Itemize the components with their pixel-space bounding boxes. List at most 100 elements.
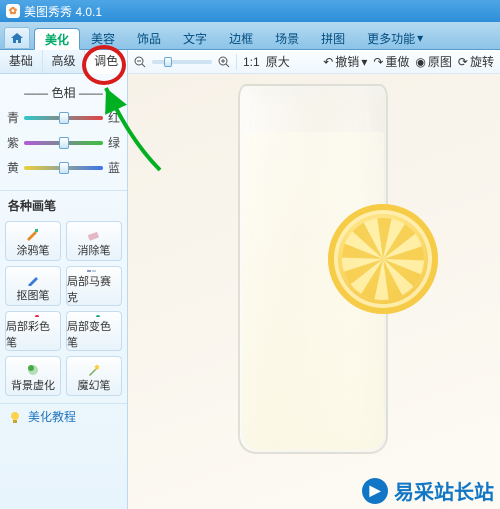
main-tab-cosmetic[interactable]: 美容 (80, 27, 126, 49)
photo-subject (208, 84, 418, 484)
chevron-down-icon: ▾ (361, 55, 367, 69)
brush-label: 局部彩色笔 (6, 318, 60, 350)
blur-bg-icon (25, 362, 41, 376)
recolor-pen-icon (86, 314, 102, 317)
slider-track[interactable] (24, 116, 103, 120)
brush-label: 魔幻笔 (78, 377, 111, 393)
ratio-button[interactable]: 1:1 (243, 55, 260, 69)
rotate-label: 旋转 (470, 53, 494, 70)
watermark: ▶ 易采站长站 (362, 476, 494, 505)
brush-label: 局部马赛克 (67, 273, 121, 305)
slider-thumb[interactable] (59, 137, 69, 149)
slider-purple-green[interactable]: 紫 绿 (6, 134, 121, 151)
main-tab-beautify[interactable]: 美化 (34, 28, 80, 50)
brush-label: 涂鸦笔 (17, 242, 50, 258)
sub-tab-bar: 基础 高级 调色 (0, 50, 127, 74)
ratio-label: 1:1 (243, 55, 260, 69)
tab-label: 饰品 (137, 30, 161, 47)
brush-grid: 涂鸦笔 消除笔 抠图笔 局部马赛克 局部彩色笔 局部变色笔 背景虚化 魔幻笔 (0, 216, 127, 401)
main-tab-frame[interactable]: 边框 (218, 27, 264, 49)
redo-label: 重做 (385, 53, 409, 70)
undo-label: 撤销 (335, 53, 359, 70)
canvas-toolbar: 1:1 原大 ↶撤销▾ ↷重做 ◉原图 ⟳旋转 (128, 50, 500, 74)
canvas-area: 1:1 原大 ↶撤销▾ ↷重做 ◉原图 ⟳旋转 (128, 50, 500, 509)
slider-left-label: 青 (6, 109, 20, 126)
workspace: 基础 高级 调色 —— 色相 —— 青 红 紫 绿 黄 蓝 各种画笔 (0, 50, 500, 509)
brush-local-color[interactable]: 局部彩色笔 (5, 311, 61, 351)
slider-left-label: 黄 (6, 159, 20, 176)
tab-label: 更多功能 (367, 30, 415, 47)
sub-tab-color[interactable]: 调色 (85, 50, 127, 74)
app-title: 美图秀秀 4.0.1 (24, 3, 102, 20)
slider-yellow-blue[interactable]: 黄 蓝 (6, 159, 121, 176)
slider-left-label: 紫 (6, 134, 20, 151)
magic-pen-icon (86, 362, 102, 376)
brush-cutout[interactable]: 抠图笔 (5, 266, 61, 306)
zoom-thumb[interactable] (164, 57, 172, 67)
cutout-pen-icon (25, 272, 41, 286)
tab-label: 场景 (275, 30, 299, 47)
main-tab-scene[interactable]: 场景 (264, 27, 310, 49)
brushes-title: 各种画笔 (0, 190, 127, 216)
orig-label: 原大 (266, 53, 290, 70)
magnifier-minus-icon (134, 56, 146, 68)
slider-right-label: 红 (107, 109, 121, 126)
app-logo: ✿ (6, 4, 20, 18)
brush-blur-bg[interactable]: 背景虚化 (5, 356, 61, 396)
tab-label: 文字 (183, 30, 207, 47)
sub-tab-basic[interactable]: 基础 (0, 50, 43, 73)
brush-mosaic[interactable]: 局部马赛克 (66, 266, 122, 306)
undo-button[interactable]: ↶撤销▾ (323, 53, 367, 70)
rotate-button[interactable]: ⟳旋转 (458, 53, 494, 70)
home-button[interactable] (4, 27, 30, 49)
slider-track[interactable] (24, 166, 103, 170)
redo-button[interactable]: ↷重做 (373, 53, 409, 70)
undo-icon: ↶ (323, 55, 333, 69)
eye-icon: ◉ (415, 55, 425, 69)
brush-doodle[interactable]: 涂鸦笔 (5, 221, 61, 261)
title-bar: ✿ 美图秀秀 4.0.1 (0, 0, 500, 22)
sub-tab-label: 调色 (94, 54, 118, 68)
brush-label: 背景虚化 (11, 377, 55, 393)
zoom-in-button[interactable] (218, 56, 230, 68)
main-tab-more[interactable]: 更多功能▾ (356, 27, 434, 49)
eraser-icon (86, 227, 102, 241)
watermark-icon: ▶ (362, 478, 388, 504)
tab-label: 美化 (45, 31, 69, 48)
brush-recolor[interactable]: 局部变色笔 (66, 311, 122, 351)
zoom-out-button[interactable] (134, 56, 146, 68)
rotate-icon: ⟳ (458, 55, 468, 69)
brush-magic[interactable]: 魔幻笔 (66, 356, 122, 396)
slider-track[interactable] (24, 141, 103, 145)
tab-label: 拼图 (321, 30, 345, 47)
tutorial-link[interactable]: 美化教程 (0, 403, 127, 429)
brush-label: 抠图笔 (17, 287, 50, 303)
brush-label: 消除笔 (78, 242, 111, 258)
watermark-text: 易采站长站 (394, 476, 494, 505)
slider-cyan-red[interactable]: 青 红 (6, 109, 121, 126)
mosaic-icon (86, 269, 102, 272)
sub-tab-label: 高级 (52, 54, 76, 68)
original-button[interactable]: ◉原图 (415, 53, 452, 70)
slider-thumb[interactable] (59, 162, 69, 174)
slider-right-label: 蓝 (107, 159, 121, 176)
tutorial-label: 美化教程 (28, 408, 76, 425)
sidebar: 基础 高级 调色 —— 色相 —— 青 红 紫 绿 黄 蓝 各种画笔 (0, 50, 128, 509)
main-tab-bar: 美化 美容 饰品 文字 边框 场景 拼图 更多功能▾ (0, 22, 500, 50)
doodle-pen-icon (25, 227, 41, 241)
main-tab-collage[interactable]: 拼图 (310, 27, 356, 49)
sub-tab-advanced[interactable]: 高级 (43, 50, 86, 73)
color-pen-icon (25, 314, 41, 317)
slider-thumb[interactable] (59, 112, 69, 124)
orig-size-button[interactable]: 原大 (266, 53, 290, 70)
tab-label: 美容 (91, 30, 115, 47)
chevron-down-icon: ▾ (417, 31, 423, 45)
magnifier-plus-icon (218, 56, 230, 68)
brush-eraser[interactable]: 消除笔 (66, 221, 122, 261)
main-tab-text[interactable]: 文字 (172, 27, 218, 49)
canvas-photo[interactable] (128, 74, 500, 509)
sub-tab-label: 基础 (9, 54, 33, 68)
tab-label: 边框 (229, 30, 253, 47)
zoom-slider[interactable] (152, 60, 212, 64)
main-tab-decor[interactable]: 饰品 (126, 27, 172, 49)
